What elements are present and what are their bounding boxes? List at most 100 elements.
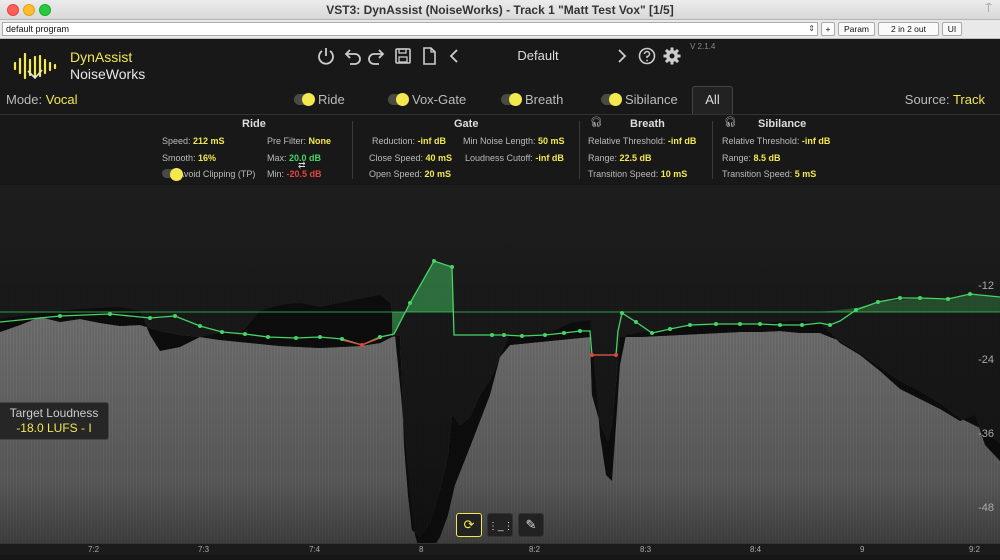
tab-label: Vox-Gate — [412, 92, 467, 107]
parameter-panel: Ride Speed: 212 mS Smooth: 16% Avoid Cli… — [0, 114, 1000, 184]
param-value: -inf dB — [417, 136, 447, 146]
undo-icon[interactable] — [341, 45, 363, 67]
gate-open-speed[interactable]: Open Speed: 20 mS — [369, 169, 451, 179]
param-value: 5 mS — [794, 169, 817, 179]
redo-icon[interactable] — [366, 45, 388, 67]
param-value: None — [308, 136, 332, 146]
mode-selector[interactable]: Mode: Vocal — [6, 92, 78, 107]
tab-label: Sibilance — [625, 92, 678, 107]
sibilance-range[interactable]: Range: 8.5 dB — [722, 153, 781, 163]
param-label: Loudness Cutoff: — [465, 153, 536, 163]
breath-transition[interactable]: Transition Speed: 10 mS — [588, 169, 687, 179]
timeline-marker: 8:3 — [640, 545, 652, 554]
window-title: VST3: DynAssist (NoiseWorks) - Track 1 "… — [326, 3, 674, 17]
waveform-svg[interactable] — [0, 185, 1000, 555]
tab-label: Breath — [525, 92, 564, 107]
loop-tool-button[interactable]: ⟳ — [456, 513, 482, 537]
param-value: 50 mS — [538, 136, 565, 146]
timeline-marker: 8:2 — [529, 545, 541, 554]
param-label: Open Speed: — [369, 169, 425, 179]
db-label: -12 — [978, 280, 994, 292]
param-value: -inf dB — [801, 136, 831, 146]
tab-vox-gate[interactable]: Vox-Gate — [388, 92, 466, 107]
brand-name: DynAssist NoiseWorks — [70, 49, 145, 83]
param-label: Pre Filter: — [267, 136, 309, 146]
timeline-marker: 8 — [419, 545, 424, 554]
help-icon[interactable] — [636, 45, 658, 67]
tab-ride[interactable]: Ride — [294, 92, 345, 107]
param-button[interactable]: Param — [838, 22, 875, 36]
ride-prefilter[interactable]: Pre Filter: None — [267, 136, 331, 146]
next-preset-icon[interactable] — [610, 45, 632, 67]
sibilance-toggle[interactable] — [601, 93, 622, 106]
headphones-icon[interactable]: 🎧︎ — [724, 117, 737, 128]
previous-preset-icon[interactable] — [444, 45, 466, 67]
ui-button[interactable]: UI — [942, 22, 962, 36]
tab-all[interactable]: All — [692, 86, 733, 114]
gate-close-speed[interactable]: Close Speed: 40 mS — [369, 153, 452, 163]
new-preset-icon[interactable] — [418, 45, 440, 67]
ride-toggle[interactable] — [294, 93, 315, 106]
target-loudness-value: -18.0 LUFS - I — [16, 421, 92, 435]
headphones-icon[interactable]: 🎧︎ — [590, 117, 603, 128]
sibilance-transition[interactable]: Transition Speed: 5 mS — [722, 169, 816, 179]
range-tool-button[interactable]: ⋮_⋮ — [487, 513, 514, 537]
program-select-value: default program — [6, 24, 70, 34]
gate-reduction[interactable]: Reduction: -inf dB — [372, 136, 446, 146]
param-value: -inf dB — [535, 153, 564, 163]
breath-threshold[interactable]: Relative Threshold: -inf dB — [588, 136, 696, 146]
param-label: Smooth: — [162, 153, 199, 163]
divider — [352, 121, 353, 179]
vox-gate-toggle[interactable] — [388, 93, 409, 106]
param-label: Speed: — [162, 136, 194, 146]
breath-range[interactable]: Range: 22.5 dB — [588, 153, 652, 163]
param-label: Range: — [722, 153, 754, 163]
pin-icon[interactable]: ⍑ — [985, 3, 992, 16]
param-value: 10 mS — [660, 169, 688, 179]
param-value: 40 mS — [425, 153, 453, 163]
ride-smooth[interactable]: Smooth: 16% — [162, 153, 216, 163]
mode-label: Mode: — [6, 92, 46, 107]
waveform-display[interactable]: Target Loudness -18.0 LUFS - I -12 -24 -… — [0, 185, 1000, 555]
param-value: 16% — [198, 153, 217, 163]
gate-title: Gate — [454, 118, 479, 130]
param-label: Close Speed: — [369, 153, 426, 163]
program-select[interactable]: default program ⇕ — [2, 22, 818, 36]
param-label: Max: — [267, 153, 290, 163]
param-label: Transition Speed: — [722, 169, 795, 179]
ride-max[interactable]: Max: 20.0 dB — [267, 153, 321, 163]
breath-title: Breath — [630, 118, 665, 130]
param-value: 20 mS — [424, 169, 452, 179]
preset-name[interactable]: Default — [480, 48, 596, 63]
timeline-marker: 7:4 — [309, 545, 321, 554]
tab-sibilance[interactable]: Sibilance — [601, 92, 678, 107]
add-button[interactable]: + — [821, 22, 835, 36]
avoid-clipping-switch[interactable] — [162, 168, 183, 181]
gate-min-noise[interactable]: Min Noise Length: 50 mS — [463, 136, 565, 146]
pencil-tool-button[interactable]: ✎ — [518, 513, 544, 537]
sibilance-threshold[interactable]: Relative Threshold: -inf dB — [722, 136, 830, 146]
divider — [712, 121, 713, 179]
source-selector[interactable]: Source: Track — [905, 92, 985, 107]
source-value: Track — [952, 92, 985, 107]
breath-toggle[interactable] — [501, 93, 522, 106]
power-icon[interactable] — [315, 45, 337, 67]
gate-loudness-cutoff[interactable]: Loudness Cutoff: -inf dB — [465, 153, 564, 163]
avoid-clipping-toggle[interactable]: Avoid Clipping (TP) — [162, 168, 255, 181]
timeline-marker: 9:2 — [969, 545, 981, 554]
param-label: Transition Speed: — [588, 169, 661, 179]
save-icon[interactable] — [392, 45, 414, 67]
param-label: Min Noise Length: — [463, 136, 539, 146]
ride-speed[interactable]: Speed: 212 mS — [162, 136, 225, 146]
timeline-ruler[interactable]: 7:2 7:3 7:4 8 8:2 8:3 8:4 9 9:2 — [0, 543, 1000, 555]
ride-title: Ride — [242, 118, 266, 130]
gear-icon[interactable] — [661, 45, 683, 67]
target-loudness-box[interactable]: Target Loudness -18.0 LUFS - I — [0, 402, 109, 440]
source-label: Source: — [904, 92, 953, 107]
param-value: 22.5 dB — [619, 153, 652, 163]
tab-breath[interactable]: Breath — [501, 92, 563, 107]
tab-label: Ride — [318, 92, 345, 107]
ride-min[interactable]: Min: -20.5 dB — [267, 169, 322, 179]
io-button[interactable]: 2 in 2 out — [878, 22, 939, 36]
param-value: -inf dB — [667, 136, 697, 146]
